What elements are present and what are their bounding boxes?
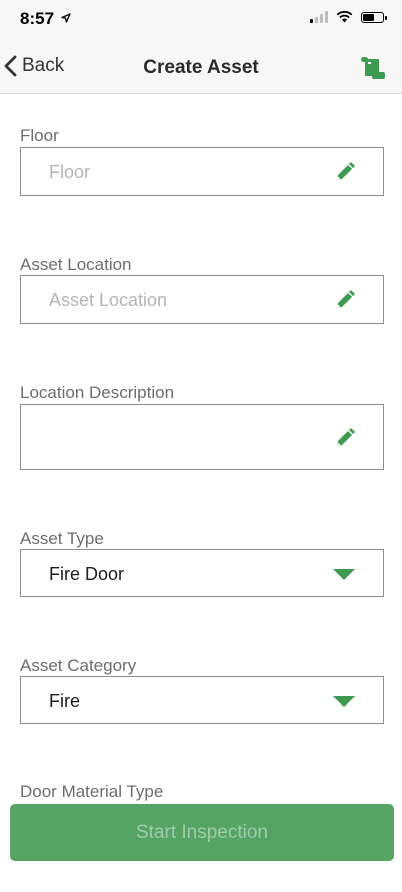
page-title: Create Asset: [143, 57, 259, 78]
dropdown-caret-icon: [333, 696, 355, 707]
status-time-text: 8:57: [20, 9, 55, 28]
asset-category-select[interactable]: Fire: [20, 676, 384, 724]
asset-location-label: Asset Location: [20, 255, 132, 274]
floor-label: Floor: [20, 126, 59, 145]
status-bar: 8:57: [0, 0, 402, 40]
asset-form: Floor Floor Asset Location Asset Locatio…: [0, 94, 402, 804]
door-material-type-label: Door Material Type: [20, 782, 164, 801]
asset-category-value: Fire: [49, 691, 80, 711]
status-indicators: [310, 11, 387, 23]
wifi-icon: [336, 11, 353, 23]
navigation-bar: Back Create Asset: [0, 40, 402, 94]
asset-location-placeholder: Asset Location: [49, 290, 168, 310]
start-inspection-button[interactable]: Start Inspection: [10, 804, 394, 861]
dropdown-caret-icon: [333, 569, 355, 580]
asset-location-field[interactable]: Asset Location: [20, 275, 384, 324]
scroll-icon[interactable]: [360, 56, 386, 80]
floor-placeholder: Floor: [49, 162, 91, 182]
asset-type-select[interactable]: Fire Door: [20, 549, 384, 597]
status-time: 8:57: [20, 9, 71, 29]
asset-category-label: Asset Category: [20, 656, 137, 675]
location-arrow-icon: [61, 13, 71, 23]
pencil-icon[interactable]: [334, 289, 356, 311]
bottom-bar: Start Inspection: [0, 804, 402, 892]
battery-icon: [361, 11, 387, 23]
location-description-label: Location Description: [20, 383, 175, 402]
start-inspection-label: Start Inspection: [135, 821, 269, 843]
pencil-icon[interactable]: [334, 161, 356, 183]
floor-field[interactable]: Floor: [20, 147, 384, 196]
asset-type-label: Asset Type: [20, 529, 104, 548]
location-description-field[interactable]: [20, 404, 384, 470]
cellular-signal-icon: [310, 11, 328, 23]
asset-type-value: Fire Door: [49, 564, 125, 584]
pencil-icon[interactable]: [334, 427, 356, 449]
